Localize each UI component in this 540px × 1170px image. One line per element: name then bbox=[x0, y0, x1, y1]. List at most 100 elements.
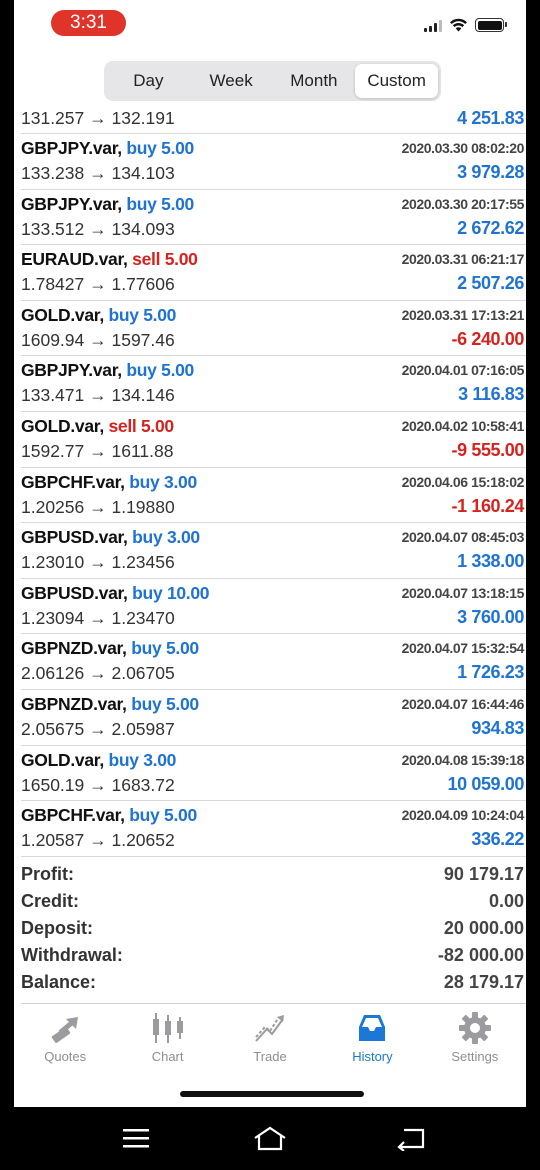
trade-profit: 1 726.23 bbox=[457, 662, 524, 683]
trade-side: buy 3.00 bbox=[132, 527, 200, 548]
trade-date: 2020.03.30 08:02:20 bbox=[401, 140, 525, 156]
trade-side: sell 5.00 bbox=[132, 249, 198, 270]
tab-label: Trade bbox=[253, 1049, 287, 1064]
trade-side: buy 5.00 bbox=[129, 805, 197, 826]
back-icon[interactable] bbox=[396, 1125, 426, 1151]
tab-label: Settings bbox=[451, 1049, 499, 1064]
trade-prices: 1.23010 → 1.23456 bbox=[21, 552, 175, 573]
trade-row[interactable]: GBPJPY.var, buy 5.00 133.238 → 134.103 202… bbox=[21, 134, 526, 190]
trade-profit: -9 555.00 bbox=[451, 439, 525, 460]
trade-date: 2020.04.07 13:18:15 bbox=[401, 584, 525, 601]
status-bar: 3:31 bbox=[14, 0, 526, 50]
summary-value: 20 000.00 bbox=[443, 918, 524, 938]
trade-row[interactable]: GOLD.var, buy 3.00 1650.19 → 1683.72 2020.… bbox=[21, 746, 526, 802]
trade-symbol: GBPUSD.var, bbox=[21, 527, 128, 548]
trade-row[interactable]: GBPJPY.var, buy 5.00 133.512 → 134.093 202… bbox=[21, 190, 526, 246]
trade-row[interactable]: GBPUSD.var, buy 10.00 1.23094 → 1.23470 20… bbox=[21, 579, 526, 635]
trade-row[interactable]: 131.257 → 132.191 4 251.83 bbox=[21, 108, 526, 134]
history-icon bbox=[359, 1015, 386, 1041]
trade-title: GBPCHF.var, buy 3.00 bbox=[21, 472, 197, 493]
history-list: 131.257 → 132.191 4 251.83 GBPJPY.var, b… bbox=[14, 108, 526, 857]
trade-date: 2020.04.07 08:45:03 bbox=[401, 529, 525, 546]
trade-side: buy 5.00 bbox=[131, 638, 199, 659]
trade-title: GBPCHF.var, buy 5.00 bbox=[21, 805, 197, 826]
trade-date: 2020.03.30 20:17:55 bbox=[401, 195, 525, 212]
trade-title: GOLD.var, buy 5.00 bbox=[21, 305, 176, 326]
trade-row[interactable]: EURAUD.var, sell 5.00 1.78427 → 1.77606 20… bbox=[21, 245, 526, 301]
trade-title: GBPJPY.var, buy 5.00 bbox=[21, 138, 194, 159]
wifi-icon bbox=[449, 18, 468, 32]
segment-month[interactable]: Month bbox=[273, 64, 356, 98]
home-indicator[interactable] bbox=[180, 1091, 364, 1097]
account-summary: Profit: 90 179.17 Credit: 0.00 Deposit: 20 00… bbox=[21, 862, 524, 997]
trade-symbol: GBPJPY.var, bbox=[21, 193, 122, 214]
trade-row[interactable]: GBPCHF.var, buy 5.00 1.20587 → 1.20652 202… bbox=[21, 801, 526, 857]
segment-custom[interactable]: Custom bbox=[355, 64, 438, 98]
trade-profit: 2 507.26 bbox=[457, 273, 524, 294]
trade-row[interactable]: GOLD.var, sell 5.00 1592.77 → 1611.88 2020… bbox=[21, 412, 526, 468]
summary-row: Withdrawal: -82 000.00 bbox=[21, 943, 524, 970]
trade-icon bbox=[255, 1015, 285, 1042]
signal-icon bbox=[424, 20, 442, 32]
tab-label: Quotes bbox=[44, 1049, 87, 1064]
menu-icon[interactable] bbox=[121, 1125, 151, 1151]
tab-label: History bbox=[352, 1049, 393, 1064]
tab-chart[interactable]: Chart bbox=[116, 1005, 218, 1071]
trade-row[interactable]: GBPNZD.var, buy 5.00 2.05675 → 2.05987 202… bbox=[21, 690, 526, 746]
summary-row: Deposit: 20 000.00 bbox=[21, 916, 524, 943]
trade-prices: 133.238 → 134.103 bbox=[21, 163, 175, 183]
tabbar-divider bbox=[21, 1003, 526, 1004]
summary-label: Balance: bbox=[21, 972, 97, 992]
trade-symbol: GOLD.var, bbox=[21, 304, 104, 325]
trade-profit: 10 059.00 bbox=[447, 773, 525, 794]
quotes-icon bbox=[51, 1017, 79, 1044]
home-icon[interactable] bbox=[252, 1125, 288, 1151]
phone-screen: 3:31 Day Week Month Custom 131.257 → 132… bbox=[14, 0, 526, 1107]
trade-symbol: GBPNZD.var, bbox=[21, 693, 127, 714]
tab-trade[interactable]: Trade bbox=[219, 1005, 321, 1071]
chart-icon bbox=[152, 1013, 183, 1043]
trade-symbol: GBPJPY.var, bbox=[21, 138, 122, 158]
trade-title: GBPUSD.var, buy 10.00 bbox=[21, 582, 210, 604]
trade-prices: 1592.77 → 1611.88 bbox=[21, 440, 174, 461]
trade-side: buy 10.00 bbox=[132, 582, 210, 603]
trade-row[interactable]: GBPCHF.var, buy 3.00 1.20256 → 1.19880 202… bbox=[21, 468, 526, 524]
trade-row[interactable]: GBPJPY.var, buy 5.00 133.471 → 134.146 202… bbox=[21, 356, 526, 412]
trade-prices: 2.05675 → 2.05987 bbox=[21, 718, 175, 739]
tab-history[interactable]: History bbox=[321, 1005, 423, 1071]
trade-symbol: GOLD.var, bbox=[21, 415, 104, 436]
segment-day[interactable]: Day bbox=[107, 64, 190, 98]
trade-title: GBPNZD.var, buy 5.00 bbox=[21, 694, 199, 715]
gear-icon bbox=[458, 1012, 491, 1044]
trade-side: buy 3.00 bbox=[129, 471, 197, 492]
trade-side: buy 5.00 bbox=[131, 693, 199, 714]
trade-date: 2020.04.02 10:58:41 bbox=[401, 417, 525, 434]
trade-symbol: GBPUSD.var, bbox=[21, 582, 128, 603]
trade-symbol: GBPCHF.var, bbox=[21, 471, 125, 492]
trade-row[interactable]: GOLD.var, buy 5.00 1609.94 → 1597.46 2020.… bbox=[21, 301, 526, 357]
trade-date: 2020.04.01 07:16:05 bbox=[401, 362, 525, 379]
trade-prices: 1650.19 → 1683.72 bbox=[21, 774, 175, 795]
segment-week[interactable]: Week bbox=[190, 64, 273, 98]
trade-profit: -1 160.24 bbox=[451, 495, 525, 516]
tab-settings[interactable]: Settings bbox=[424, 1005, 526, 1071]
tab-quotes[interactable]: Quotes bbox=[14, 1005, 116, 1071]
trade-row[interactable]: GBPNZD.var, buy 5.00 2.06126 → 2.06705 202… bbox=[21, 634, 526, 690]
trade-profit: 1 338.00 bbox=[457, 551, 524, 572]
summary-value: 0.00 bbox=[488, 891, 524, 911]
trade-date: 2020.03.31 06:21:17 bbox=[401, 251, 525, 268]
trade-prices: 1.78427 → 1.77606 bbox=[21, 274, 175, 295]
trade-profit: 3 979.28 bbox=[457, 162, 524, 182]
summary-row: Balance: 28 179.17 bbox=[21, 970, 524, 997]
trade-prices: 1609.94 → 1597.46 bbox=[21, 329, 175, 350]
trade-profit: 2 672.62 bbox=[457, 217, 524, 238]
summary-label: Withdrawal: bbox=[21, 945, 123, 965]
trade-row[interactable]: GBPUSD.var, buy 3.00 1.23010 → 1.23456 202… bbox=[21, 523, 526, 579]
trade-title: EURAUD.var, sell 5.00 bbox=[21, 249, 198, 270]
tab-label: Chart bbox=[151, 1049, 184, 1064]
trade-date: 2020.04.07 16:44:46 bbox=[401, 695, 525, 712]
trade-title: GBPJPY.var, buy 5.00 bbox=[21, 360, 194, 381]
status-time[interactable]: 3:31 bbox=[51, 10, 126, 36]
trade-title: GBPNZD.var, buy 5.00 bbox=[21, 638, 199, 659]
summary-label: Profit: bbox=[21, 864, 74, 884]
